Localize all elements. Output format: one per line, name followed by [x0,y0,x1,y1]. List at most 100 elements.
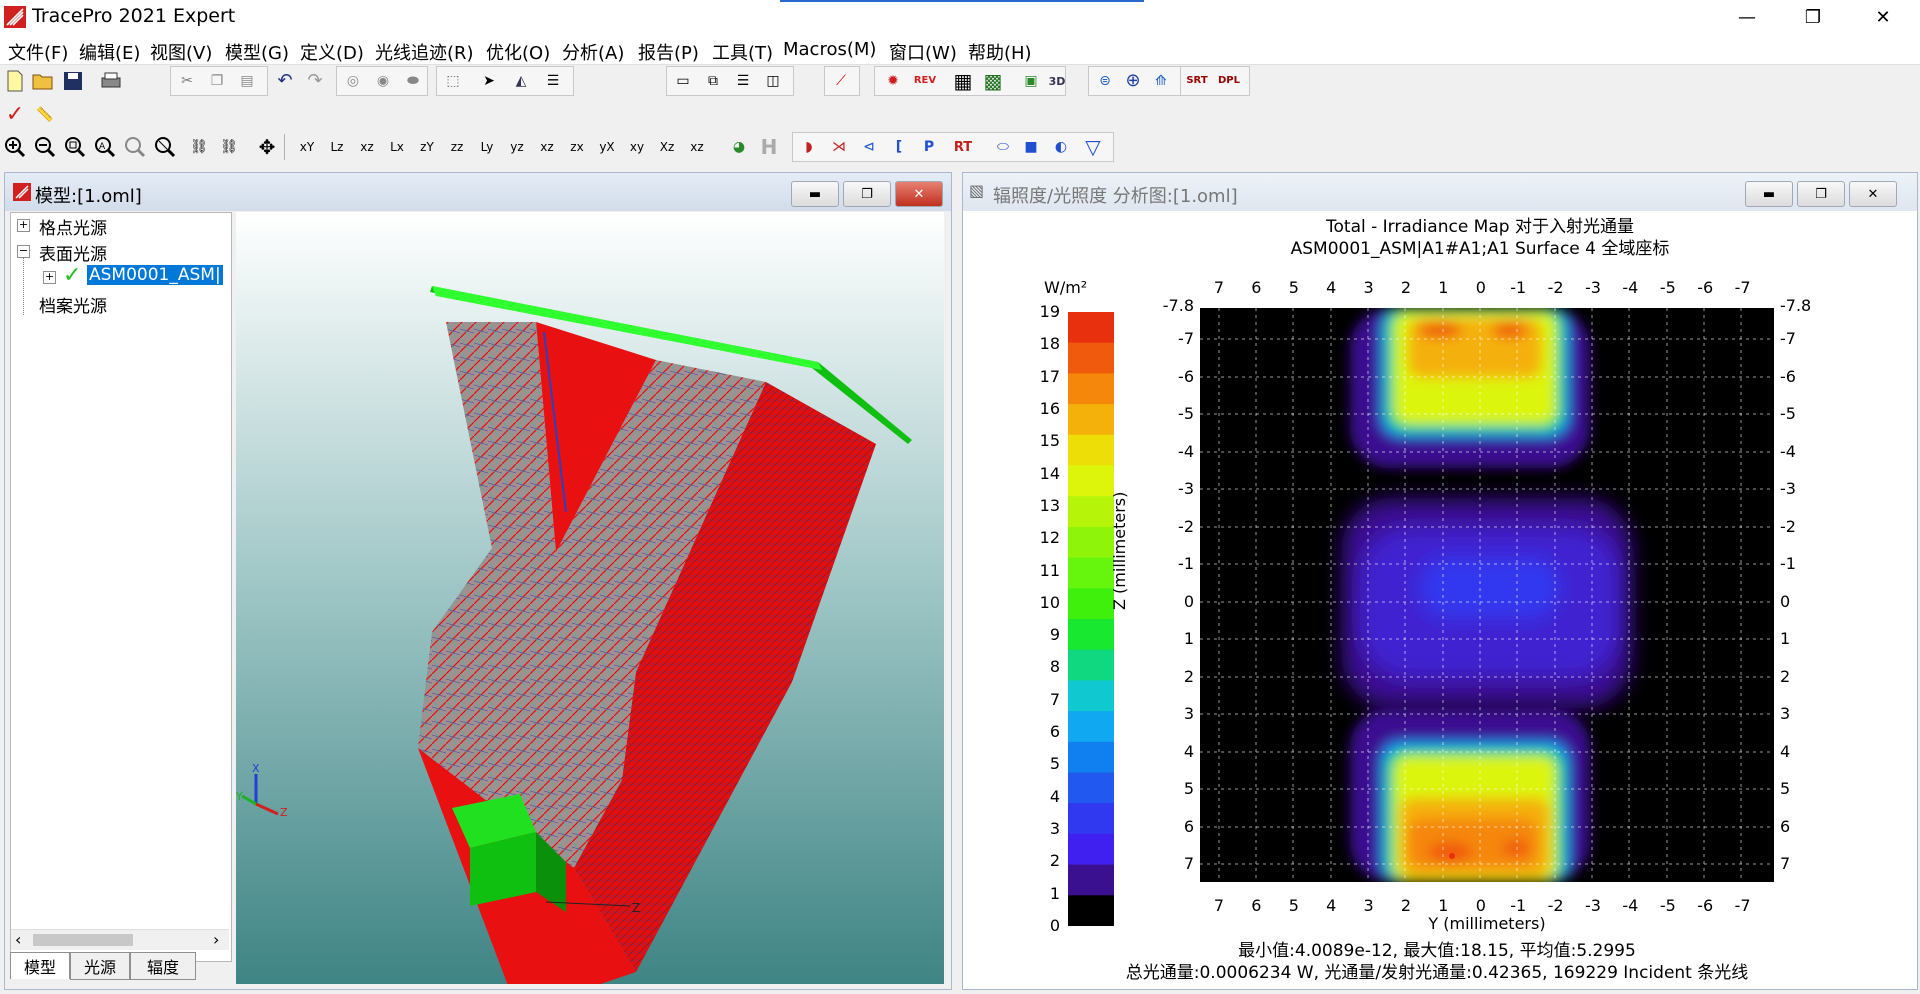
chevron-left-icon[interactable]: ‹ [15,930,21,949]
zoom-previous-button[interactable] [152,134,178,160]
axis-view-button[interactable]: Ly [474,134,500,160]
p-button[interactable]: P [916,134,942,160]
model-window-titlebar[interactable]: 模型:[1.oml] ▬ ❐ ✕ [5,173,951,211]
menu-define[interactable]: 定义(D) [300,39,364,65]
chevron-right-icon[interactable]: › [213,930,219,949]
rt-button[interactable]: RT [950,134,976,160]
menu-report[interactable]: 报告(P) [638,39,699,65]
menu-raytrace[interactable]: 光线追迹(R) [375,39,474,65]
funnel-button[interactable]: ▽ [1080,134,1106,160]
axis-view-button[interactable]: Xz [654,134,680,160]
minimize-button[interactable]: — [1716,0,1778,34]
menu-optimize[interactable]: 优化(O) [486,39,550,65]
axis-view-button[interactable]: zx [564,134,590,160]
model-maximize-button[interactable]: ❐ [843,181,891,207]
source-button[interactable]: ✹ [880,68,906,94]
h-button[interactable]: H [756,134,782,160]
pan-button[interactable]: ✥ [254,134,280,160]
axis-view-button[interactable]: zz [444,134,470,160]
zoom-all-button[interactable]: A [92,134,118,160]
cut-button[interactable]: ✂ [174,68,200,94]
select-button[interactable]: ➤ [476,68,502,94]
tree-node-grid-source[interactable]: 格点光源 [39,214,107,239]
cone-button[interactable]: ⊲ [856,134,882,160]
tree-horizontal-scrollbar[interactable]: ‹ › [11,929,229,950]
bracket-button[interactable]: [ [886,134,912,160]
menu-macros[interactable]: Macros(M) [783,39,876,60]
properties-button[interactable]: ☰ [540,68,566,94]
analysis-maximize-button[interactable]: ❐ [1797,181,1845,207]
open-file-button[interactable] [30,68,56,94]
menu-window[interactable]: 窗口(W) [889,39,957,65]
union-button[interactable]: ◎ [340,68,366,94]
view-iso-button[interactable]: ◕ [726,134,752,160]
analysis-minimize-button[interactable]: ▬ [1745,181,1793,207]
intersect-button[interactable]: ◉ [370,68,396,94]
axis-view-button[interactable]: xz [534,134,560,160]
rotate-button[interactable]: ⛓ [186,134,212,160]
zoom-in-button[interactable] [2,134,28,160]
axis-view-button[interactable]: xY [294,134,320,160]
irradiance-map-button[interactable]: ▣ [1018,68,1044,94]
undo-button[interactable]: ↶ [272,68,298,94]
tree-expander[interactable]: + [43,271,56,284]
save-button[interactable] [60,68,86,94]
cylinder-button[interactable]: ⬭ [990,134,1016,160]
tab-radiance[interactable]: 辐度 [130,952,196,980]
srt-button[interactable]: SRT [1184,68,1210,94]
menu-help[interactable]: 帮助(H) [968,39,1032,65]
spin-button[interactable]: ⛓ [216,134,242,160]
axis-view-button[interactable]: yz [504,134,530,160]
single-window-button[interactable]: ▭ [670,68,696,94]
scrollbar-thumb[interactable] [33,934,133,946]
subtract-button[interactable]: ⬬ [400,68,426,94]
axis-view-button[interactable]: xz [684,134,710,160]
print-button[interactable] [98,68,124,94]
analysis-window-titlebar[interactable]: ▧ 辐照度/光照度 分析图:[1.oml] ▬ ❐ ✕ [963,173,1917,211]
menu-tools[interactable]: 工具(T) [712,39,773,65]
zoom-window-button[interactable] [62,134,88,160]
cascade-button[interactable]: ⧉ [700,68,726,94]
zoom-selection-button[interactable] [122,134,148,160]
menu-model[interactable]: 模型(G) [225,39,289,65]
sphere-button[interactable]: ◐ [1048,134,1074,160]
redo-button[interactable]: ↷ [302,68,328,94]
select-object-button[interactable]: ◭ [508,68,534,94]
element-button[interactable]: ⋊ [826,134,852,160]
model-minimize-button[interactable]: ▬ [791,181,839,207]
grid-button[interactable]: ▦ [950,68,976,94]
lens-button[interactable]: ◗ [796,134,822,160]
tree-expander[interactable]: + [17,219,30,232]
ray-display-button[interactable]: ⟋ [828,68,854,94]
tab-model[interactable]: 模型 [10,952,70,979]
measure-button[interactable]: 📏 [32,102,58,128]
dpl-button[interactable]: DPL [1216,68,1242,94]
menu-view[interactable]: 视图(V) [150,39,212,65]
maximize-button[interactable]: ❐ [1782,0,1844,34]
menu-file[interactable]: 文件(F) [8,39,68,65]
rev-button[interactable]: REV [912,68,938,94]
tile-vertical-button[interactable]: ◫ [760,68,786,94]
axis-view-button[interactable]: Lz [324,134,350,160]
bounding-box-button[interactable]: ⬚ [440,68,466,94]
axis-view-button[interactable]: Lx [384,134,410,160]
3d-viewport[interactable]: Z X Y Z [236,212,944,984]
map-grid-button[interactable]: ▩ [980,68,1006,94]
analysis-close-button[interactable]: ✕ [1849,181,1897,207]
polar-plot-button[interactable]: ⊕ [1120,68,1146,94]
block-button[interactable]: ■ [1018,134,1044,160]
axis-view-button[interactable]: yX [594,134,620,160]
tab-source[interactable]: 光源 [70,952,130,980]
menu-edit[interactable]: 编辑(E) [79,39,140,65]
tree-node-asm0001[interactable]: ASM0001_ASM| [86,264,224,286]
check-button[interactable]: ✓ [2,102,28,128]
close-button[interactable]: ✕ [1852,0,1914,34]
axis-view-button[interactable]: zY [414,134,440,160]
tree-node-file-source[interactable]: 档案光源 [39,292,107,317]
copy-button[interactable]: ❐ [204,68,230,94]
line-plot-button[interactable]: ⟰ [1148,68,1174,94]
new-file-button[interactable] [2,68,28,94]
tile-horizontal-button[interactable]: ☰ [730,68,756,94]
axis-view-button[interactable]: xy [624,134,650,160]
3d-plot-button[interactable]: 3D [1044,68,1070,94]
